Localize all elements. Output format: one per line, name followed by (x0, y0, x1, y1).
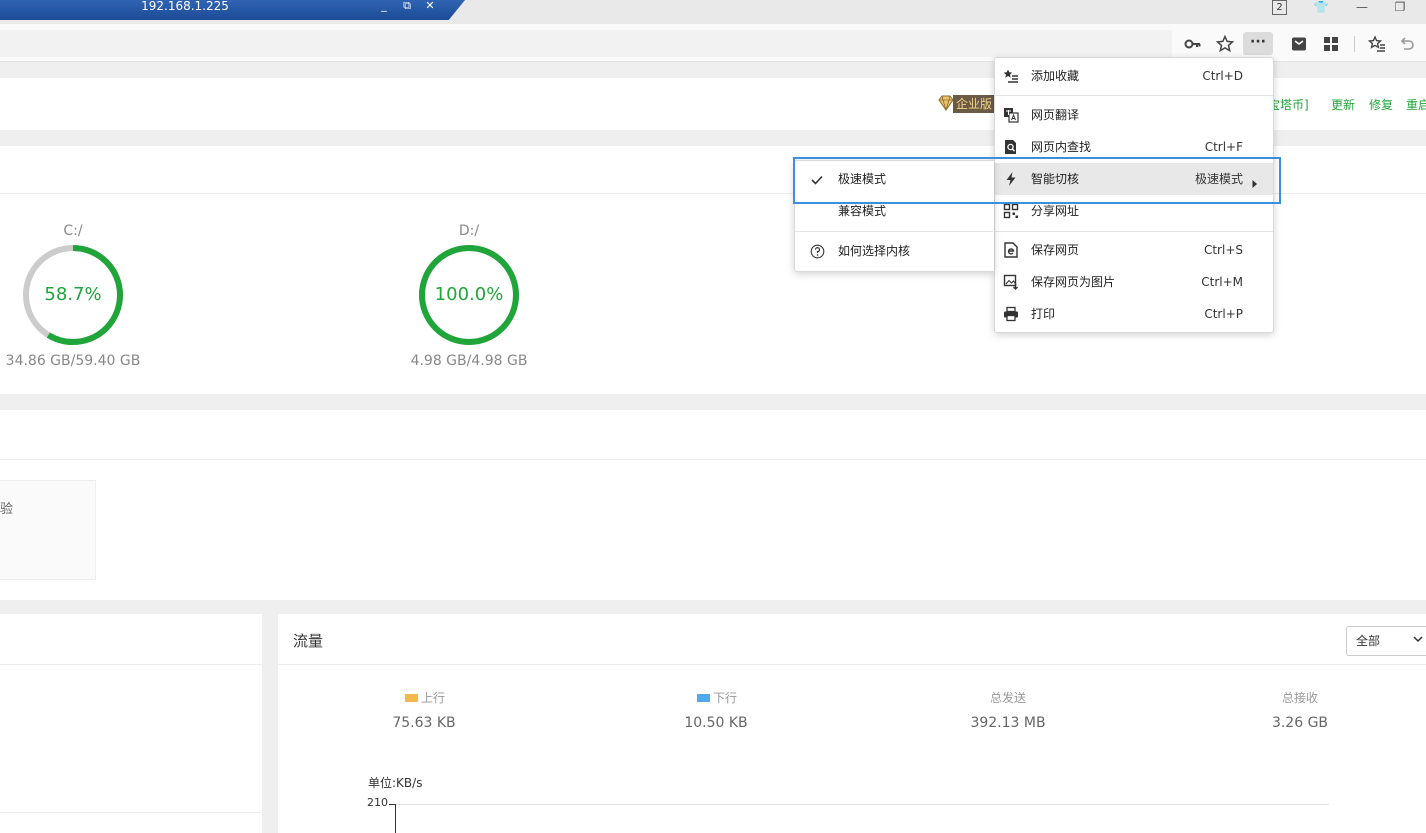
window-restore-icon[interactable]: ❐ (1392, 0, 1408, 16)
stat-upload-label: 上行 (380, 690, 470, 706)
qr-code-icon (1003, 203, 1019, 219)
stat-upload-text: 上行 (420, 691, 445, 705)
help-icon (810, 244, 825, 259)
remote-minimize-icon[interactable]: _ (377, 0, 391, 12)
reader-icon[interactable] (1288, 33, 1310, 55)
save-page-glyph (1004, 242, 1018, 258)
update-link[interactable]: 更新 (1331, 97, 1359, 113)
help-glyph (810, 244, 825, 259)
star-icon[interactable] (1214, 33, 1236, 55)
stat-total-recv-value: 3.26 GB (1271, 715, 1329, 731)
menu-shortcut-print: Ctrl+P (1204, 307, 1243, 321)
submenu-item-compat-mode[interactable]: 兼容模式 (838, 203, 958, 219)
chart-unit-label: 单位:KB/s (368, 776, 423, 790)
panel-divider (278, 664, 1426, 665)
remote-desktop-title: 192.168.1.225 (141, 0, 229, 13)
apps-grid-icon[interactable] (1320, 33, 1342, 55)
repair-link[interactable]: 修复 (1369, 97, 1397, 113)
save-as-image-icon (1003, 274, 1019, 290)
submenu-item-how-to-choose[interactable]: 如何选择内核 (838, 243, 958, 259)
add-favorite-icon (1003, 68, 1019, 84)
printer-icon (1003, 306, 1019, 322)
skin-icon[interactable]: 👕 (1313, 0, 1329, 16)
panel-divider (0, 459, 1426, 460)
stat-download-value: 10.50 KB (684, 715, 748, 731)
traffic-title: 流量 (293, 632, 324, 650)
menu-shortcut-find: Ctrl+F (1204, 140, 1243, 154)
add-favorite-glyph (1003, 69, 1018, 83)
software-card[interactable] (0, 480, 96, 580)
favorites-icon-glyph (1367, 35, 1385, 52)
software-panel (0, 410, 1426, 600)
key-icon-glyph (1184, 39, 1201, 49)
favorites-icon[interactable] (1366, 33, 1388, 55)
upload-swatch (404, 694, 418, 702)
window-minimize-icon[interactable]: — (1354, 0, 1370, 16)
printer-glyph (1004, 306, 1018, 322)
chevron-down-icon (1412, 633, 1426, 647)
star-icon-glyph (1215, 34, 1235, 53)
chart-y-tick-label: 210 (367, 796, 388, 809)
menu-item-add-favorite[interactable]: 添加收藏 (1031, 68, 1151, 84)
url-input[interactable] (0, 30, 1172, 57)
stat-download-label: 下行 (672, 690, 762, 706)
find-in-page-glyph (1005, 140, 1016, 154)
more-menu-button[interactable]: ··· (1243, 32, 1273, 55)
download-swatch (696, 694, 710, 702)
find-in-page-icon (1003, 139, 1019, 155)
apps-grid-glyph (1324, 37, 1338, 51)
chart-grid-line (394, 804, 1329, 805)
focus-highlight-frame (793, 157, 1281, 204)
disk-c-percent: 58.7% (44, 284, 102, 305)
chart-y-axis (395, 804, 396, 833)
software-card-label: 验 (0, 502, 14, 517)
disk-d-percent: 100.0% (434, 284, 504, 305)
reader-icon-glyph (1292, 37, 1306, 51)
stat-download-text: 下行 (712, 691, 737, 705)
panel-divider (0, 664, 262, 665)
disk-d-title: D:/ (458, 223, 480, 239)
menu-item-save-page[interactable]: 保存网页 (1031, 242, 1151, 258)
toolbar-divider (1354, 36, 1355, 52)
translate-glyph (1004, 108, 1019, 123)
menu-separator (995, 95, 1273, 96)
enterprise-edition-badge: 企业版 (953, 95, 995, 113)
chevron-down-glyph (1413, 636, 1423, 643)
translate-icon (1003, 107, 1019, 123)
menu-shortcut-add-favorite: Ctrl+D (1202, 69, 1243, 83)
menu-shortcut-save-as-image: Ctrl+M (1201, 275, 1243, 289)
panel-divider (0, 812, 262, 813)
stat-total-sent-label: 总发送 (989, 691, 1026, 705)
key-icon[interactable] (1182, 33, 1204, 55)
menu-item-share-url[interactable]: 分享网址 (1031, 203, 1151, 219)
qr-code-glyph (1003, 203, 1019, 219)
menu-item-save-as-image[interactable]: 保存网页为图片 (1031, 274, 1161, 290)
tab-count-badge[interactable]: 2 (1272, 0, 1287, 15)
stat-upload-value: 75.63 KB (392, 715, 456, 731)
disk-c-title: C:/ (63, 223, 83, 239)
disk-d-usage: 4.98 GB/4.98 GB (410, 353, 528, 369)
undo-icon[interactable] (1396, 33, 1418, 55)
menu-separator (995, 231, 1273, 232)
menu-item-find[interactable]: 网页内查找 (1031, 139, 1151, 155)
undo-icon-glyph (1400, 37, 1414, 50)
menu-item-print[interactable]: 打印 (1031, 306, 1151, 322)
remote-restore-icon[interactable]: ⧉ (400, 0, 414, 12)
menu-separator (795, 231, 993, 232)
disk-c-usage: 34.86 GB/59.40 GB (5, 353, 141, 369)
left-bottom-panel (0, 614, 262, 833)
restart-link[interactable]: 重启 (1406, 97, 1426, 113)
save-as-image-glyph (1003, 274, 1018, 290)
stat-total-sent-value: 392.13 MB (970, 715, 1046, 731)
remote-close-icon[interactable]: ✕ (423, 0, 437, 12)
coin-link[interactable]: 宝塔币] (1268, 97, 1326, 113)
stat-total-recv-label: 总接收 (1281, 691, 1318, 705)
menu-shortcut-save-page: Ctrl+S (1203, 243, 1243, 257)
save-page-icon (1003, 242, 1019, 258)
menu-item-translate[interactable]: 网页翻译 (1031, 107, 1151, 123)
